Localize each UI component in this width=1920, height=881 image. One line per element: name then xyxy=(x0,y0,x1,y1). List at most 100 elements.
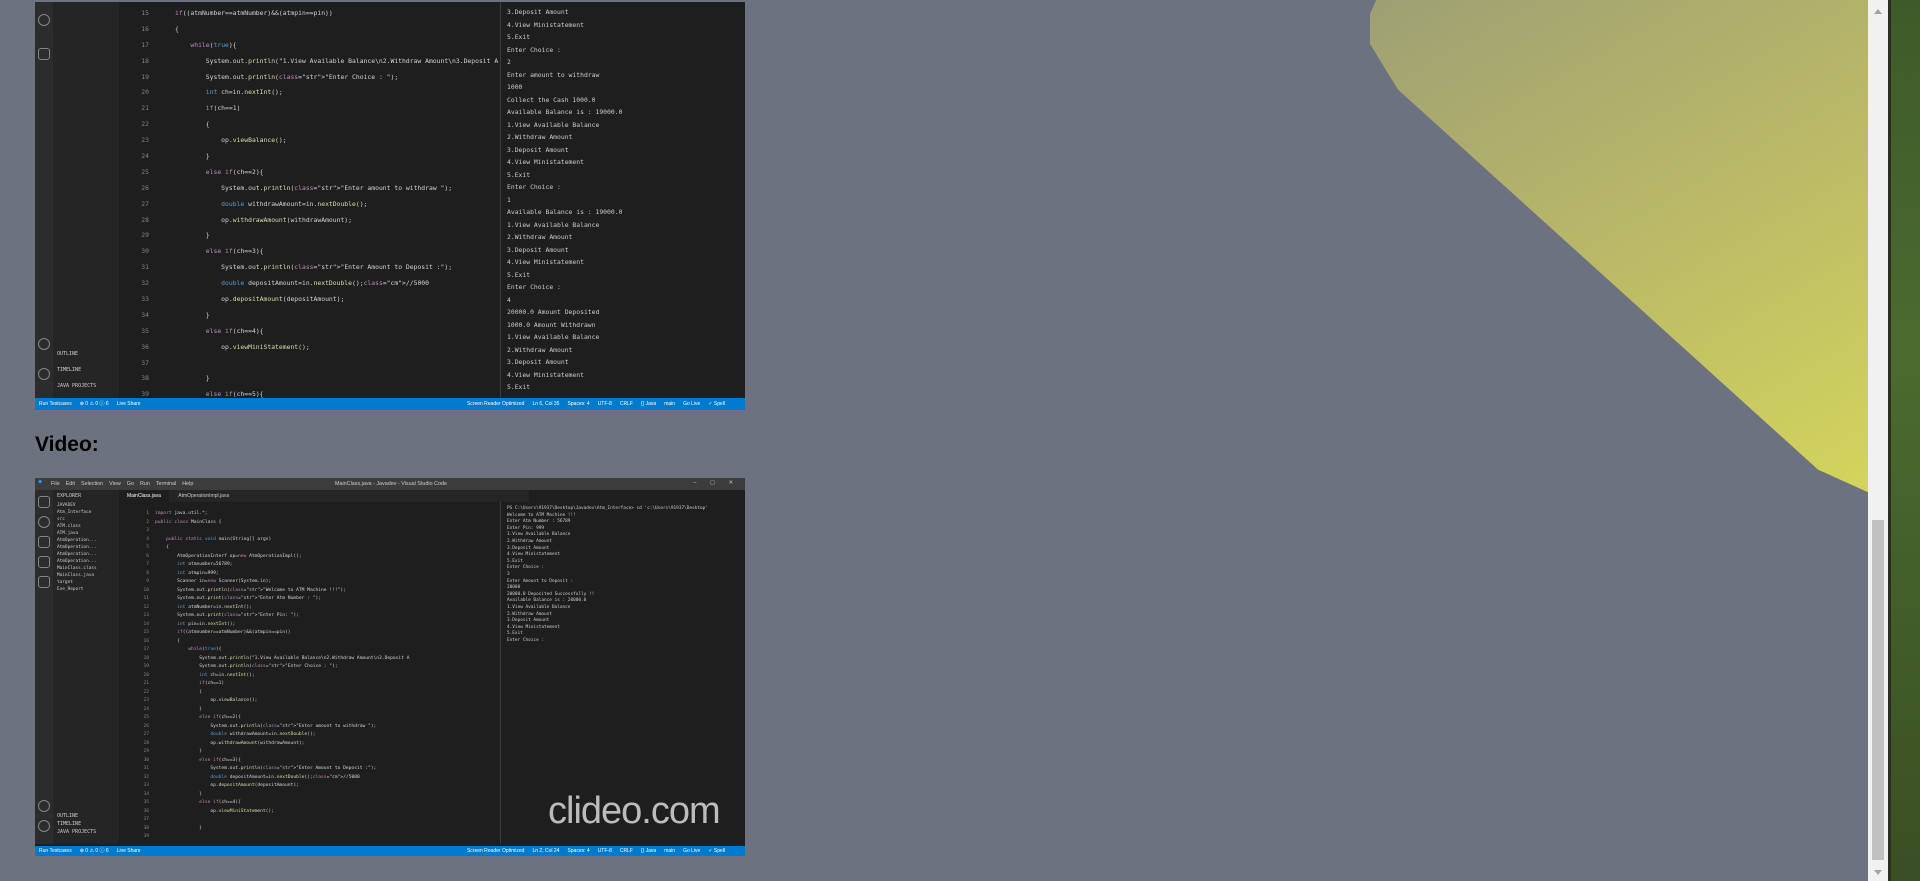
terminal-line: PS C:\Users\91937\Desktop\Javadev\Atm_In… xyxy=(507,506,708,511)
status-item[interactable]: Live Share xyxy=(117,398,141,410)
line-number: 21 xyxy=(141,104,149,113)
status-item[interactable]: Live Share xyxy=(117,846,141,856)
terminal-line: Available Balance is : 19000.0 xyxy=(507,108,623,116)
code-line: while(true){ xyxy=(190,40,237,49)
code-line: op.viewBalance(); xyxy=(155,698,258,703)
menu-item[interactable]: View xyxy=(109,481,121,487)
code-line: double withdrawAmount=in.nextDouble(); xyxy=(221,199,368,208)
status-item[interactable]: main xyxy=(664,846,675,856)
line-number: 24 xyxy=(141,152,149,161)
status-item[interactable]: Spaces: 4 xyxy=(567,846,589,856)
status-item[interactable]: Go Live xyxy=(683,846,700,856)
code-line: { xyxy=(155,689,203,695)
terminal-line: Enter Choice : xyxy=(507,565,545,571)
terminal-line: 1000.0 Amount Withdrawn xyxy=(507,320,596,329)
search-icon xyxy=(38,516,50,528)
status-item[interactable]: {} Java xyxy=(641,398,656,410)
status-item[interactable]: ✓ Spell xyxy=(708,398,725,410)
code-line: { xyxy=(155,638,180,644)
status-item[interactable]: Run Testcases xyxy=(39,398,72,410)
scroll-up-arrow-icon[interactable] xyxy=(1870,2,1886,14)
file-tree-item: ATM.java xyxy=(57,531,79,536)
status-item[interactable]: UTF-8 xyxy=(598,398,612,410)
file-tree-item: AtmOperation... xyxy=(57,545,97,550)
scroll-down-arrow-icon[interactable] xyxy=(1870,867,1886,879)
sidebar-section-java-projects: JAVA PROJECTS xyxy=(57,829,97,835)
line-number: 13 xyxy=(143,613,149,618)
line-number: 32 xyxy=(143,774,149,780)
terminal-line: 20000.0 Amount Deposited xyxy=(507,308,600,316)
line-number: 31 xyxy=(141,263,149,272)
code-line: if((atmNumber==atmNumber)&&(atmpin==pin)… xyxy=(175,9,333,17)
menu-item[interactable]: Run xyxy=(140,481,150,487)
run-debug-icon xyxy=(38,14,50,26)
line-number: 17 xyxy=(141,40,149,49)
status-item[interactable]: Go Live xyxy=(683,398,700,410)
code-line: op.viewMiniStatement(); xyxy=(155,808,274,814)
menu-item[interactable]: Terminal xyxy=(156,481,176,487)
explorer-sidebar: EXPLORER JAVADEV Atm_Interface src ATM.clas… xyxy=(53,490,119,844)
line-number: 6 xyxy=(146,553,149,559)
line-number: 39 xyxy=(143,834,149,839)
line-number: 32 xyxy=(141,279,149,288)
menu-item[interactable]: Help xyxy=(182,481,193,487)
line-number: 38 xyxy=(141,374,149,383)
line-number: 31 xyxy=(143,766,149,771)
line-number: 11 xyxy=(143,596,149,601)
menu-item[interactable]: Edit xyxy=(66,481,75,487)
code-line: int ch=in.nextInt(); xyxy=(205,88,283,97)
line-number: 36 xyxy=(143,808,149,814)
status-item[interactable]: ⊗ 0 ⚠ 0 ⓘ 6 xyxy=(80,846,109,856)
code-line: int pin=in.nextInt(); xyxy=(177,621,236,627)
status-item[interactable]: ⊗ 0 ⚠ 0 ⓘ 6 xyxy=(80,398,109,410)
menu-item[interactable]: Selection xyxy=(81,481,103,487)
vscode-video[interactable]: ◆ File Edit Selection View Go Run Terminal Help… xyxy=(35,478,745,856)
line-number: 2 xyxy=(146,519,149,525)
vscode-screenshot-top: OUTLINE TIMELINE JAVA PROJECTS 15 16 17 18 1… xyxy=(35,2,745,410)
code-line: else if(ch==3){ xyxy=(199,757,241,763)
terminal-line: 3 xyxy=(507,571,510,577)
code-line: System.out.println("1.View Available Bal… xyxy=(175,56,499,65)
line-number: 37 xyxy=(143,817,149,822)
scrollbar-thumb[interactable] xyxy=(1872,520,1884,860)
menu-item[interactable]: Go xyxy=(127,481,134,487)
terminal-line: 4.View Ministatement xyxy=(507,552,560,558)
watermark: clideo.com xyxy=(548,790,721,832)
status-item[interactable]: Ln 6, Col 35 xyxy=(532,398,559,410)
sidebar-section-timeline: TIMELINE xyxy=(57,821,82,827)
code-line: System.out.println(class="str">"Welcome … xyxy=(155,587,346,593)
status-item[interactable]: {} Java xyxy=(641,846,656,856)
terminal-line: 1.View Available Balance xyxy=(507,604,571,610)
code-editor: import java.util.*; public class MainClas… xyxy=(155,510,500,842)
code-line: op.viewBalance(); xyxy=(175,136,287,145)
line-number: 34 xyxy=(143,791,149,797)
status-item[interactable]: CRLF xyxy=(620,398,633,410)
code-line: System.out.print(class="str">"Enter Atm … xyxy=(155,596,322,601)
file-tree: JAVADEV Atm_Interface src ATM.class ATM.java… xyxy=(57,502,97,593)
source-control-icon xyxy=(38,536,50,548)
status-item[interactable]: ✓ Spell xyxy=(708,846,725,856)
terminal-line: Available Balance is : 20000.0 xyxy=(507,598,587,604)
status-item[interactable]: CRLF xyxy=(620,846,633,856)
terminal-line: Collect the Cash 1000.0 xyxy=(507,95,596,104)
status-item[interactable]: Ln 2, Col 24 xyxy=(532,846,559,856)
status-item[interactable]: Run Testcases xyxy=(39,846,72,856)
editor-tabs: MainClass.java AtmOperationImpl.java xyxy=(119,490,529,502)
terminal-line: 1 xyxy=(507,195,511,204)
line-number: 30 xyxy=(143,757,149,763)
tab-mainclass[interactable]: MainClass.java xyxy=(119,490,169,502)
extensions-icon xyxy=(38,576,50,588)
status-item[interactable]: Spaces: 4 xyxy=(567,398,589,410)
code-line: System.out.println(class="str">"Enter Ch… xyxy=(175,72,399,81)
menu-item[interactable]: File xyxy=(51,481,60,487)
tab-atmoperationimpl[interactable]: AtmOperationImpl.java xyxy=(170,490,237,502)
status-item[interactable]: main xyxy=(664,398,675,410)
code-line: } xyxy=(175,310,210,319)
code-line: double depositAmount=in.nextDouble();cla… xyxy=(221,279,429,288)
status-item[interactable]: Screen Reader Optimized xyxy=(467,398,525,410)
terminal-line: 4.View Ministatement xyxy=(507,158,584,166)
status-item[interactable]: Screen Reader Optimized xyxy=(467,846,525,856)
status-item[interactable]: UTF-8 xyxy=(598,846,612,856)
gear-icon xyxy=(38,368,50,380)
